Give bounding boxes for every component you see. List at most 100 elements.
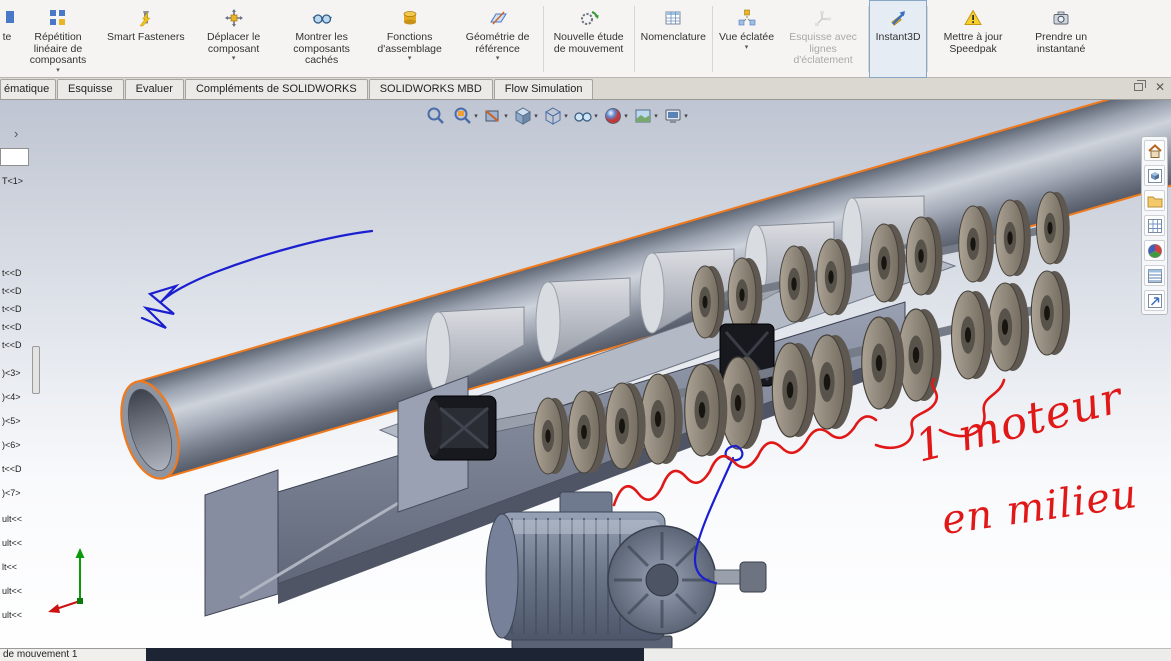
tab-esquisse[interactable]: Esquisse (57, 79, 124, 99)
disc (1030, 270, 1071, 356)
ribbon-label: te (2, 31, 12, 43)
motion-study-timeline-strip[interactable] (146, 648, 644, 661)
edit-appearance-button[interactable]: ▾ (602, 104, 629, 128)
clipped-icon (0, 6, 14, 30)
tree-expand-arrow-icon[interactable]: › (14, 126, 18, 141)
view-palette-button[interactable] (1144, 215, 1165, 236)
restore-window-icon[interactable] (1133, 80, 1146, 91)
graphics-viewport[interactable]: 1 moteur en milieu ▾ ▾ ▾ ▾ ▾ ▾ ▾ ▾ › T<1… (0, 100, 1171, 661)
disc (898, 308, 942, 402)
tree-item[interactable]: )<7> (2, 488, 21, 498)
tree-item[interactable]: ult<< (2, 538, 22, 548)
section-view-button[interactable]: ▾ (482, 104, 509, 128)
ribbon-label: Vue éclatée (718, 31, 775, 43)
appearances-scenes-button[interactable] (1144, 240, 1165, 261)
zoom-area-button[interactable]: ▾ (452, 104, 479, 128)
ribbon-button-instant3d[interactable]: Instant3D (869, 0, 928, 78)
electric-motor[interactable] (485, 491, 767, 661)
ribbon-button-assembly-features[interactable]: Fonctions d'assemblage ▾ (366, 1, 454, 77)
motion-study-tab[interactable]: de mouvement 1 (0, 648, 146, 661)
ribbon-separator (868, 6, 870, 72)
tree-item[interactable]: t<<D (2, 322, 22, 332)
ribbon-label: Mettre à jour Speedpak (943, 31, 1003, 55)
tree-item[interactable]: ult<< (2, 610, 22, 620)
ribbon-button-clipped[interactable]: te (0, 1, 14, 77)
file-explorer-button[interactable] (1144, 190, 1165, 211)
zoom-fit-button[interactable] (422, 104, 449, 128)
document-window-controls: ✕ (1133, 80, 1165, 93)
disc (771, 342, 817, 438)
tree-item[interactable]: lt<< (2, 562, 17, 572)
ribbon-label: Esquisse avec lignes d'éclatement (789, 31, 857, 66)
disc (684, 363, 728, 457)
tree-item[interactable]: t<<D (2, 286, 22, 296)
hide-show-items-button[interactable]: ▾ (572, 104, 599, 128)
feature-tree-edge: › T<1> t<<D t<<D t<<D t<<D t<<D )<3> )<4… (0, 100, 46, 661)
custom-properties-button[interactable] (1144, 265, 1165, 286)
ribbon-separator (633, 6, 635, 72)
tree-item[interactable]: )<5> (2, 416, 21, 426)
3d-model-scene[interactable]: 1 moteur en milieu (0, 100, 1171, 661)
view-orientation-button[interactable]: ▾ (512, 104, 539, 128)
disc (533, 397, 570, 475)
tree-item[interactable]: t<<D (2, 304, 22, 314)
annotation-text-line1: 1 moteur (910, 372, 1129, 473)
home-button[interactable] (1144, 140, 1165, 161)
heads-up-view-toolbar: ▾ ▾ ▾ ▾ ▾ ▾ ▾ ▾ (422, 104, 689, 128)
tree-item[interactable]: t<<D (2, 268, 22, 278)
dropdown-arrow-icon: ▾ (654, 113, 658, 120)
ribbon-button-reference-geometry[interactable]: Géométrie de référence ▾ (454, 1, 542, 77)
tree-item[interactable]: T<1> (2, 176, 23, 186)
ribbon-button-bill-of-materials[interactable]: Nomenclature (636, 1, 711, 77)
tree-item[interactable]: ult<< (2, 586, 22, 596)
annotation-text-line2: en milieu (939, 471, 1140, 544)
tab-solidworks-mbd[interactable]: SOLIDWORKS MBD (368, 79, 493, 99)
camera-icon (1052, 6, 1070, 30)
tree-item[interactable]: ult<< (2, 514, 22, 524)
tab-evaluer[interactable]: Evaluer (124, 79, 184, 99)
disc (691, 265, 726, 339)
ribbon-button-update-speedpak[interactable]: Mettre à jour Speedpak (929, 1, 1017, 77)
ribbon-label: Nomenclature (640, 31, 706, 43)
ribbon-button-new-motion-study[interactable]: Nouvelle étude de mouvement (545, 1, 633, 77)
glasses-icon (312, 6, 332, 30)
dropdown-arrow-icon: ▾ (564, 113, 568, 120)
design-library-button[interactable] (1144, 165, 1165, 186)
disc (987, 282, 1030, 372)
apply-scene-button[interactable]: ▾ (632, 104, 659, 128)
display-style-button[interactable]: ▾ (542, 104, 569, 128)
ribbon-button-move-component[interactable]: Déplacer le composant ▾ (190, 1, 278, 77)
ribbon-button-explode-sketch: Esquisse avec lignes d'éclatement (779, 1, 867, 77)
reference-geometry-icon (489, 6, 507, 30)
tree-collapsed-box[interactable] (0, 148, 29, 166)
tree-scrollbar-thumb[interactable] (32, 346, 40, 394)
tab-flow-simulation[interactable]: Flow Simulation (493, 79, 594, 99)
ribbon-button-linear-pattern[interactable]: Répétition linéaire de composants ▾ (14, 1, 102, 77)
tab-ematique[interactable]: ématique (0, 79, 56, 99)
tab-complements-solidworks[interactable]: Compléments de SOLIDWORKS (184, 79, 368, 99)
ribbon-separator (542, 6, 544, 72)
task-pane-toolbar (1141, 136, 1168, 315)
ribbon-separator (711, 6, 713, 72)
disc (720, 356, 764, 450)
tree-item[interactable]: )<4> (2, 392, 21, 402)
forum-callout-button[interactable] (1144, 290, 1165, 311)
disc (808, 334, 854, 430)
ribbon-label: Nouvelle étude de mouvement (553, 31, 624, 55)
ribbon-button-show-hidden[interactable]: Montrer les composants cachés (278, 1, 366, 77)
ribbon-label: Déplacer le composant (207, 31, 261, 55)
tree-item[interactable]: t<<D (2, 340, 22, 350)
dropdown-arrow-icon: ▾ (56, 66, 60, 74)
ribbon-button-take-snapshot[interactable]: Prendre un instantané (1017, 1, 1105, 77)
tree-item[interactable]: t<<D (2, 464, 22, 474)
move-component-icon (224, 6, 243, 30)
view-settings-button[interactable]: ▾ (662, 104, 689, 128)
motion-study-icon (579, 6, 599, 30)
disc (727, 257, 763, 333)
tree-item[interactable]: )<6> (2, 440, 21, 450)
tree-item[interactable]: )<3> (2, 368, 21, 378)
ribbon-button-exploded-view[interactable]: Vue éclatée ▾ (714, 1, 779, 77)
close-window-icon[interactable]: ✕ (1155, 81, 1165, 93)
ribbon-button-smart-fasteners[interactable]: Smart Fasteners (102, 1, 190, 77)
disc (905, 216, 943, 296)
